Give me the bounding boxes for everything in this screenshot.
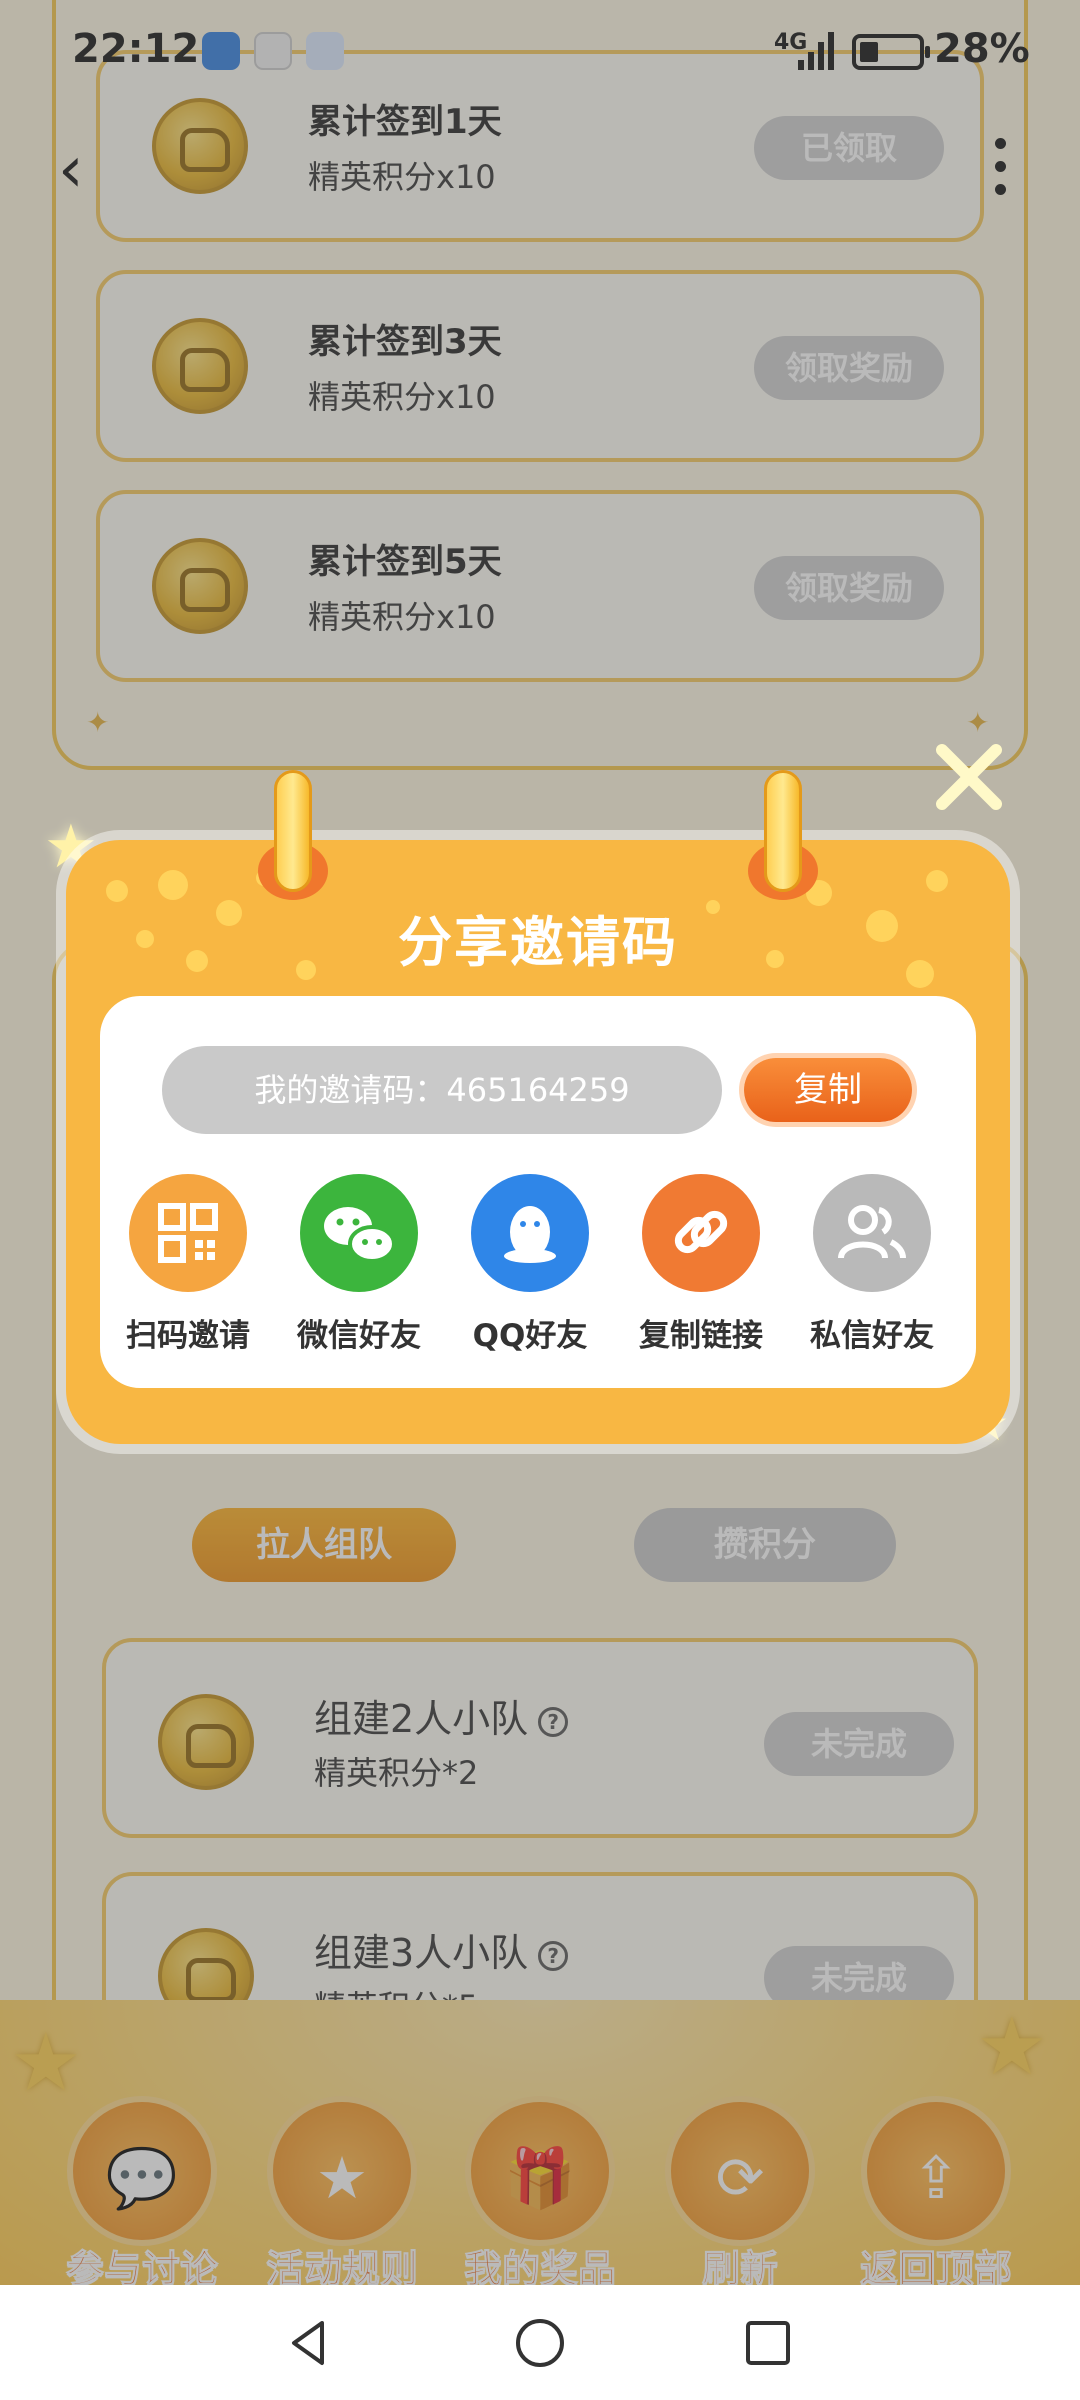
invite-code-display: 我的邀请码：465164259 [162, 1046, 722, 1134]
share-copy-link[interactable]: 复制链接 [631, 1174, 771, 1355]
qr-code-icon [129, 1174, 247, 1292]
share-scan-qr[interactable]: 扫码邀请 [118, 1174, 258, 1355]
qq-icon [471, 1174, 589, 1292]
friends-icon [813, 1174, 931, 1292]
close-icon[interactable] [928, 736, 1010, 818]
nav-back-icon[interactable] [280, 2313, 340, 2373]
nav-home-icon[interactable] [510, 2313, 570, 2373]
share-private-message[interactable]: 私信好友 [802, 1174, 942, 1355]
share-label: 复制链接 [639, 1318, 763, 1354]
nav-recents-icon[interactable] [738, 2313, 798, 2373]
dialog-title: 分享邀请码 [398, 911, 678, 974]
share-wechat[interactable]: 微信好友 [289, 1174, 429, 1355]
share-label: 私信好友 [810, 1318, 934, 1354]
copy-code-button[interactable]: 复制 [744, 1058, 912, 1122]
dialog-ring [274, 770, 312, 892]
share-panel: 我的邀请码：465164259 复制 扫码邀请 微信好友 QQ好友 复制链接 私… [100, 996, 976, 1388]
share-label: 扫码邀请 [126, 1318, 250, 1354]
share-invite-dialog: 分享邀请码 我的邀请码：465164259 复制 扫码邀请 微信好友 QQ好友 … [66, 840, 1010, 1444]
share-qq[interactable]: QQ好友 [460, 1174, 600, 1355]
link-icon [642, 1174, 760, 1292]
dialog-ring [764, 770, 802, 892]
share-label: QQ好友 [472, 1318, 588, 1354]
wechat-icon [300, 1174, 418, 1292]
share-label: 微信好友 [297, 1318, 421, 1354]
system-nav-bar [0, 2285, 1080, 2400]
